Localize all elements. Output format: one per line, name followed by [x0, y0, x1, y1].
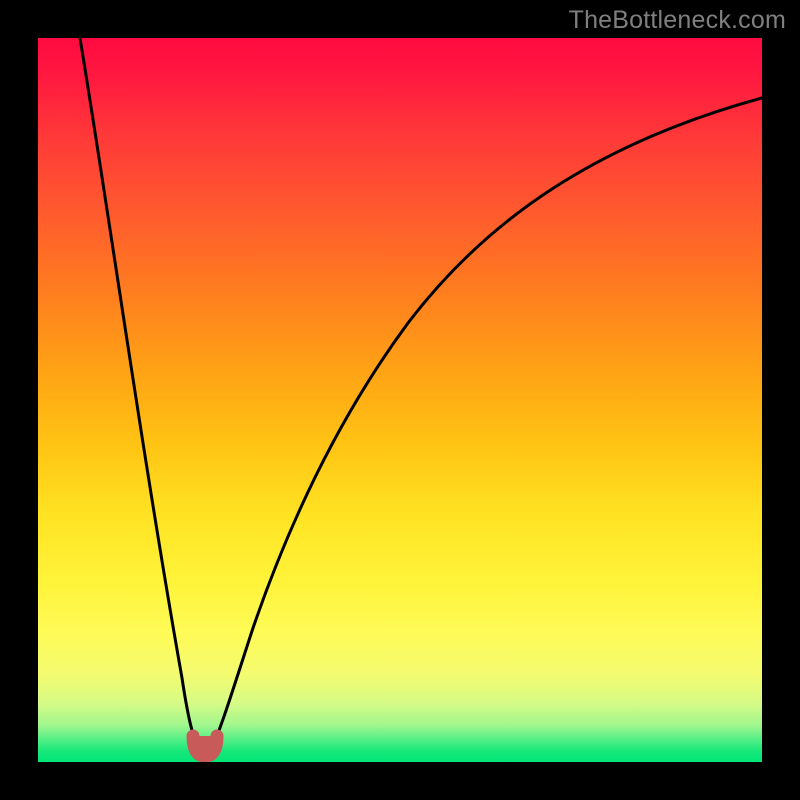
- valley-marker: [193, 736, 217, 756]
- watermark-label: TheBottleneck.com: [569, 6, 786, 35]
- curve-right-branch: [211, 98, 762, 750]
- curve-left-branch: [80, 38, 199, 750]
- plot-area: [38, 38, 762, 762]
- chart-frame: TheBottleneck.com: [0, 0, 800, 800]
- bottleneck-curve: [38, 38, 762, 762]
